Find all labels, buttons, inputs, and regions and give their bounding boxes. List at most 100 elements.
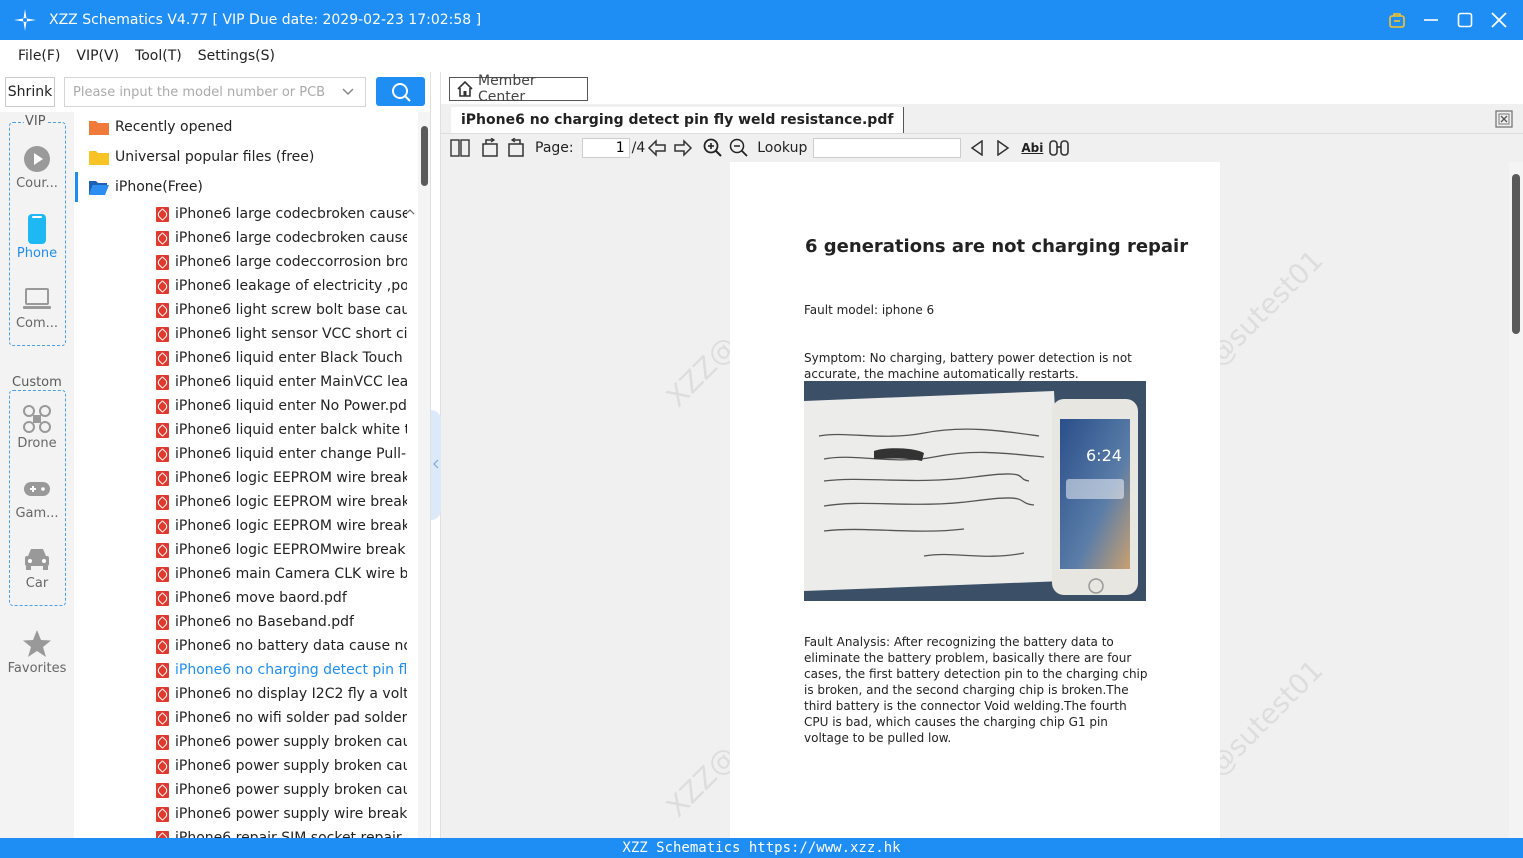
maximize-icon[interactable] — [1455, 10, 1475, 30]
model-search-combo[interactable] — [64, 77, 366, 107]
close-icon[interactable] — [1489, 10, 1509, 30]
member-center-button[interactable]: Member Center — [449, 73, 588, 105]
file-tree-item[interactable]: iPhone6 large codecbroken cause — [75, 202, 417, 226]
category-favorites[interactable]: Favorites — [0, 629, 74, 676]
search-icon — [391, 82, 411, 102]
menu-vip[interactable]: VIP(V) — [76, 48, 119, 64]
page-number-input[interactable] — [581, 138, 630, 158]
file-tree-item[interactable]: iPhone6 no display I2C2 fly a volta — [75, 682, 417, 706]
pdf-file-icon — [156, 758, 169, 774]
viewer-scrollbar-thumb[interactable] — [1512, 174, 1520, 334]
shrink-button[interactable]: Shrink — [5, 77, 55, 107]
collapse-handle[interactable] — [431, 410, 441, 520]
category-label: Drone — [17, 436, 57, 451]
file-tree-item[interactable]: iPhone6 no battery data cause no — [75, 634, 417, 658]
file-tree-item[interactable]: iPhone6 no charging detect pin fly — [75, 658, 417, 682]
file-tree-item[interactable]: iPhone6 large codecbroken cause — [75, 226, 417, 250]
category-phone[interactable]: Phone — [0, 214, 74, 261]
find-previous-icon[interactable] — [967, 137, 987, 159]
file-tree-item[interactable]: iPhone6 liquid enter MainVCC leal — [75, 370, 417, 394]
tree-scrollbar[interactable] — [418, 112, 430, 838]
next-page-icon[interactable] — [671, 137, 695, 159]
file-tree: Recently opened Universal popular files … — [75, 112, 417, 838]
file-tree-item[interactable]: iPhone6 no Baseband.pdf — [75, 610, 417, 634]
document-tab[interactable]: iPhone6 no charging detect pin fly weld … — [451, 107, 905, 133]
menu-settings[interactable]: Settings(S) — [198, 48, 275, 64]
folder-iphone-free[interactable]: iPhone(Free) — [75, 172, 417, 202]
folder-recently-opened[interactable]: Recently opened — [75, 112, 417, 142]
status-bar: XZZ Schematics https://www.xzz.hk — [0, 838, 1523, 858]
two-page-view-icon[interactable] — [449, 137, 471, 159]
file-tree-item[interactable]: iPhone6 logic EEPROMwire break — [75, 538, 417, 562]
file-tree-item[interactable]: iPhone6 logic EEPROM wire break — [75, 490, 417, 514]
file-name: iPhone6 large codecbroken cause — [175, 206, 407, 222]
page-label: Page: — [535, 140, 574, 156]
home-icon — [457, 80, 473, 97]
file-name: iPhone6 liquid enter change Pull-u — [175, 446, 407, 462]
play-circle-icon — [24, 146, 50, 172]
skin-icon[interactable] — [1387, 10, 1407, 30]
category-computer[interactable]: Com... — [0, 284, 74, 331]
file-name: iPhone6 light screw bolt base caus — [175, 302, 407, 318]
file-tree-item[interactable]: iPhone6 no wifi solder pad solder — [75, 706, 417, 730]
binoculars-icon[interactable] — [1047, 137, 1071, 159]
file-tree-item[interactable]: iPhone6 power supply broken cau — [75, 754, 417, 778]
file-tree-item[interactable]: iPhone6 main Camera CLK wire bre — [75, 562, 417, 586]
pane-splitter[interactable] — [430, 72, 441, 838]
file-name: iPhone6 power supply broken cau — [175, 758, 407, 774]
file-tree-item[interactable]: iPhone6 power supply broken cau — [75, 778, 417, 802]
file-tree-item[interactable]: iPhone6 leakage of electricity ,pow — [75, 274, 417, 298]
pdf-file-icon — [156, 710, 169, 726]
file-tree-item[interactable]: iPhone6 light screw bolt base caus — [75, 298, 417, 322]
pdf-file-icon — [156, 374, 169, 390]
minimize-icon[interactable] — [1421, 10, 1441, 30]
folder-label: Universal popular files (free) — [115, 149, 315, 165]
category-course[interactable]: Cour... — [0, 144, 74, 191]
tree-scrollbar-thumb[interactable] — [421, 126, 428, 186]
pdf-symptom: Symptom: No charging, battery power dete… — [804, 351, 1132, 381]
file-tree-item[interactable]: iPhone6 logic EEPROM wire break — [75, 514, 417, 538]
file-tree-item[interactable]: iPhone6 repair SIM socket repair s — [75, 826, 417, 838]
model-search-input[interactable] — [73, 84, 333, 100]
file-tree-item[interactable]: iPhone6 power supply broken cau — [75, 730, 417, 754]
menu-file[interactable]: File(F) — [18, 48, 60, 64]
pdf-file-icon — [156, 422, 169, 438]
lookup-input[interactable] — [813, 138, 962, 158]
file-tree-item[interactable]: iPhone6 liquid enter change Pull-u — [75, 442, 417, 466]
file-tree-item[interactable]: iPhone6 move baord.pdf — [75, 586, 417, 610]
zoom-out-icon[interactable] — [727, 137, 751, 159]
menu-tool[interactable]: Tool(T) — [135, 48, 182, 64]
category-car[interactable]: Car — [0, 544, 74, 591]
file-tree-item[interactable]: iPhone6 liquid enter balck white to — [75, 418, 417, 442]
previous-page-icon[interactable] — [645, 137, 669, 159]
search-button[interactable] — [376, 77, 425, 106]
folder-universal-popular[interactable]: Universal popular files (free) — [75, 142, 417, 172]
pdf-file-icon — [156, 806, 169, 822]
category-drone[interactable]: Drone — [0, 404, 74, 451]
phone-clock: 6:24 — [1086, 446, 1122, 465]
rotate-left-icon[interactable] — [477, 137, 503, 159]
close-document-icon[interactable] — [1495, 110, 1513, 128]
vip-group-label: VIP — [24, 114, 47, 129]
file-tree-item[interactable]: iPhone6 power supply wire break — [75, 802, 417, 826]
category-game[interactable]: Gam... — [0, 474, 74, 521]
file-tree-item[interactable]: iPhone6 liquid enter No Power.pdf — [75, 394, 417, 418]
pdf-file-icon — [156, 518, 169, 534]
rotate-right-icon[interactable] — [503, 137, 529, 159]
find-next-icon[interactable] — [993, 137, 1013, 159]
pdf-file-icon — [156, 494, 169, 510]
pdf-heading: 6 generations are not charging repair — [805, 236, 1189, 257]
pdf-file-icon — [156, 302, 169, 318]
file-tree-item[interactable]: iPhone6 logic EEPROM wire break — [75, 466, 417, 490]
match-case-toggle[interactable]: Abi — [1021, 141, 1043, 155]
zoom-in-icon[interactable] — [701, 137, 725, 159]
pdf-file-icon — [156, 206, 169, 222]
pdf-viewer[interactable]: XZZ@sutest01 XZZ@sutest01 XZZ@sutest01 X… — [441, 162, 1509, 838]
viewer-scrollbar[interactable] — [1509, 162, 1523, 838]
file-tree-item[interactable]: iPhone6 large codeccorrosion brol — [75, 250, 417, 274]
chevron-down-icon[interactable] — [341, 85, 355, 99]
pdf-photo: 6:24 — [804, 381, 1146, 601]
file-tree-item[interactable]: iPhone6 liquid enter Black Touch ( — [75, 346, 417, 370]
file-tree-item[interactable]: iPhone6 light sensor VCC short circ — [75, 322, 417, 346]
gamepad-icon — [24, 482, 50, 496]
